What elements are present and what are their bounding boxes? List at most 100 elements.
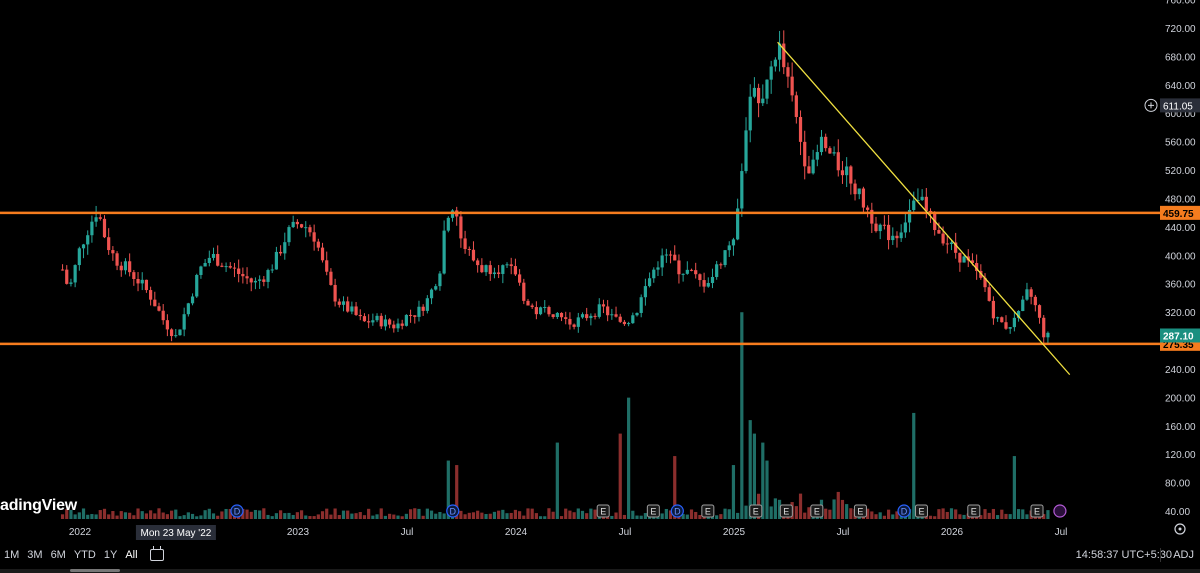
volume-bar bbox=[870, 511, 874, 519]
volume-bar bbox=[413, 508, 417, 519]
timeframe-3m[interactable]: 3M bbox=[23, 549, 46, 561]
y-tick-label: 200.00 bbox=[1165, 393, 1196, 404]
candle-body bbox=[866, 207, 870, 210]
volume-bar bbox=[211, 513, 216, 519]
candle-body bbox=[413, 315, 417, 317]
volume-bar bbox=[660, 513, 664, 519]
calendar-icon[interactable] bbox=[149, 546, 164, 561]
volume-bar bbox=[773, 498, 777, 519]
dividend-marker-label: D bbox=[450, 507, 457, 517]
candle-body bbox=[643, 286, 647, 298]
adj-toggle[interactable]: ADJ bbox=[1173, 549, 1194, 561]
candle-body bbox=[618, 316, 622, 322]
volume-bar bbox=[828, 509, 832, 519]
candle-body bbox=[803, 141, 807, 167]
volume-bar bbox=[463, 514, 467, 519]
volume-bar bbox=[513, 509, 518, 519]
y-tick-label: 640.00 bbox=[1165, 81, 1196, 92]
volume-bar bbox=[798, 493, 803, 519]
candle-body bbox=[941, 233, 945, 244]
candle-body bbox=[450, 210, 455, 218]
volume-bar bbox=[274, 513, 279, 519]
volume-bar bbox=[1046, 510, 1050, 519]
dividend-marker-label: D bbox=[901, 507, 908, 517]
candle-body bbox=[417, 306, 421, 317]
timeframe-ytd[interactable]: YTD bbox=[70, 549, 100, 561]
candle-body bbox=[1042, 317, 1046, 338]
candle-body bbox=[1037, 305, 1042, 318]
candle-body bbox=[266, 270, 270, 282]
candle-body bbox=[471, 249, 476, 261]
volume-bar bbox=[996, 515, 1000, 519]
candle-body bbox=[731, 239, 736, 246]
candle-body bbox=[320, 247, 325, 261]
dividend-marker-label: D bbox=[234, 507, 241, 517]
volume-bar bbox=[379, 508, 383, 519]
scrollbar-thumb[interactable] bbox=[70, 569, 120, 572]
candle-body bbox=[543, 307, 547, 309]
candle-body bbox=[245, 276, 249, 279]
candle-body bbox=[211, 253, 216, 258]
timeframe-1y[interactable]: 1Y bbox=[100, 549, 121, 561]
dividend-marker-label: D bbox=[674, 507, 681, 517]
timeframe-6m[interactable]: 6M bbox=[47, 549, 70, 561]
volume-bar bbox=[882, 515, 886, 519]
volume-bar bbox=[295, 512, 299, 519]
candle-body bbox=[677, 260, 681, 275]
timeframe-all[interactable]: All bbox=[121, 549, 141, 561]
candle-body bbox=[836, 152, 840, 171]
y-tick-label: 160.00 bbox=[1165, 422, 1196, 433]
volume-bar bbox=[517, 511, 522, 519]
candle-body bbox=[631, 315, 635, 324]
candle-body bbox=[337, 301, 341, 305]
candle-body bbox=[580, 314, 585, 318]
volume-bar bbox=[555, 442, 559, 519]
volume-bar bbox=[341, 510, 346, 519]
volume-bar bbox=[849, 508, 853, 519]
candle-body bbox=[132, 272, 136, 279]
x-tick-label: Jul bbox=[619, 527, 632, 538]
y-tick-label: 760.00 bbox=[1165, 0, 1196, 7]
candle-body bbox=[568, 318, 572, 325]
volume-bar bbox=[174, 509, 178, 519]
candle-body bbox=[421, 306, 425, 311]
volume-bar bbox=[86, 514, 90, 519]
volume-bar bbox=[77, 512, 81, 519]
volume-bar bbox=[719, 514, 723, 519]
candle-body bbox=[111, 250, 115, 254]
candle-body bbox=[710, 276, 715, 284]
volume-bar bbox=[107, 514, 111, 519]
candle-body bbox=[761, 98, 765, 104]
volume-bar bbox=[278, 510, 283, 519]
candle-body bbox=[534, 307, 538, 315]
candle-body bbox=[769, 66, 773, 80]
candle-body bbox=[107, 237, 111, 251]
candle-body bbox=[258, 279, 262, 281]
candle-body bbox=[312, 232, 316, 242]
price-chart[interactable]: 40.0080.00120.00160.00200.00240.00280.00… bbox=[0, 0, 1200, 544]
volume-bar bbox=[954, 509, 958, 519]
volume-bar bbox=[622, 514, 627, 519]
candle-body bbox=[585, 314, 589, 319]
volume-bar bbox=[958, 514, 962, 519]
candle-body bbox=[371, 320, 375, 323]
candle-body bbox=[987, 287, 991, 301]
candle-body bbox=[903, 222, 907, 233]
x-tick-label: 2025 bbox=[723, 527, 746, 538]
timeframe-1m[interactable]: 1M bbox=[0, 549, 23, 561]
candle-body bbox=[199, 266, 203, 275]
volume-bar bbox=[119, 511, 123, 519]
volume-bar bbox=[115, 515, 119, 519]
candle-body bbox=[169, 329, 174, 337]
earnings-marker-label: E bbox=[814, 507, 820, 517]
volume-bar bbox=[769, 506, 773, 519]
volume-bar bbox=[933, 516, 937, 519]
volume-bar bbox=[459, 510, 463, 519]
candle-body bbox=[1033, 296, 1037, 306]
candle-body bbox=[798, 117, 803, 142]
volume-bar bbox=[987, 512, 991, 519]
scrollbar[interactable] bbox=[0, 569, 1200, 573]
candle-body bbox=[526, 300, 530, 306]
volume-bar bbox=[928, 515, 933, 519]
volume-bar bbox=[333, 508, 337, 519]
